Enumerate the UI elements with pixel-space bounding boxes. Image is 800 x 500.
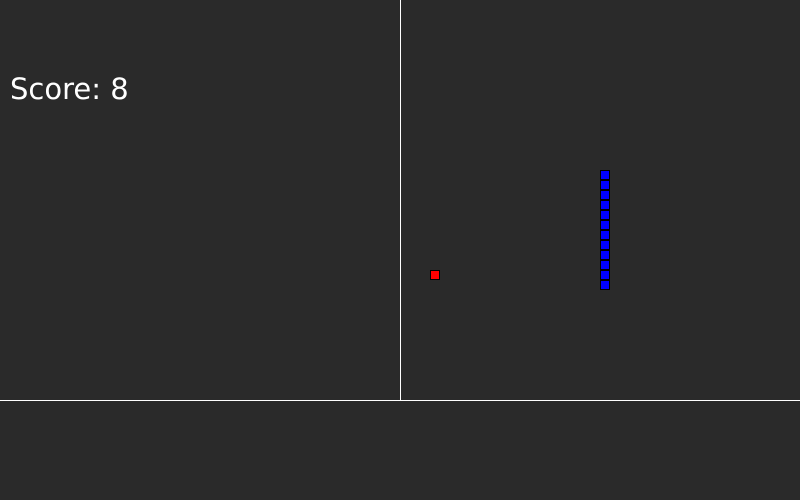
horizontal-divider [0,400,800,401]
snake-head [600,170,610,180]
score-label: Score: [10,72,111,106]
food-pellet [430,270,440,280]
snake-segment [600,270,610,280]
snake-segment [600,230,610,240]
snake-segment [600,280,610,290]
score-display: Score: 8 [10,72,129,106]
snake-segment [600,190,610,200]
snake-segment [600,240,610,250]
snake-segment [600,200,610,210]
snake-segment [600,180,610,190]
game-board[interactable] [400,0,800,400]
snake-segment [600,260,610,270]
snake-segment [600,210,610,220]
game-screen: Score: 8 [0,0,800,500]
snake-segment [600,250,610,260]
snake-segment [600,220,610,230]
score-value: 8 [110,72,129,106]
